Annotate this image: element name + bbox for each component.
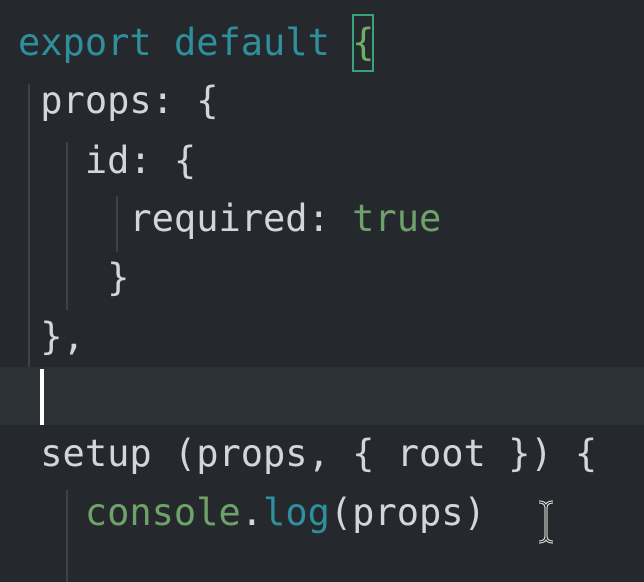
code-token: } bbox=[18, 256, 130, 299]
code-token: default bbox=[173, 21, 330, 64]
code-token: required: bbox=[18, 197, 353, 240]
code-line[interactable]: setup (props, { root }) { bbox=[0, 425, 644, 483]
text-cursor bbox=[40, 369, 44, 425]
code-token: log bbox=[263, 491, 330, 534]
code-token: setup (props, { root }) { bbox=[18, 432, 598, 475]
code-token: id: { bbox=[18, 139, 197, 182]
code-line[interactable]: export default { bbox=[0, 14, 644, 72]
code-line[interactable]: required: true bbox=[0, 190, 644, 248]
code-line[interactable]: } bbox=[0, 249, 644, 307]
code-line[interactable]: props: { bbox=[0, 72, 644, 130]
code-token: true bbox=[352, 197, 442, 240]
code-line[interactable]: }, bbox=[0, 308, 644, 366]
code-token: props: { bbox=[18, 79, 219, 122]
code-token: . bbox=[240, 491, 264, 534]
code-token: console bbox=[84, 491, 241, 534]
i-beam-cursor-icon bbox=[538, 500, 554, 544]
code-token: export bbox=[18, 21, 152, 64]
code-token: (props) bbox=[329, 491, 486, 534]
code-token: { bbox=[352, 14, 375, 72]
code-token: }, bbox=[18, 315, 85, 358]
code-line[interactable]: id: { bbox=[0, 132, 644, 190]
code-editor[interactable]: export default { props: { id: { required… bbox=[0, 0, 644, 582]
code-line[interactable] bbox=[0, 367, 644, 425]
